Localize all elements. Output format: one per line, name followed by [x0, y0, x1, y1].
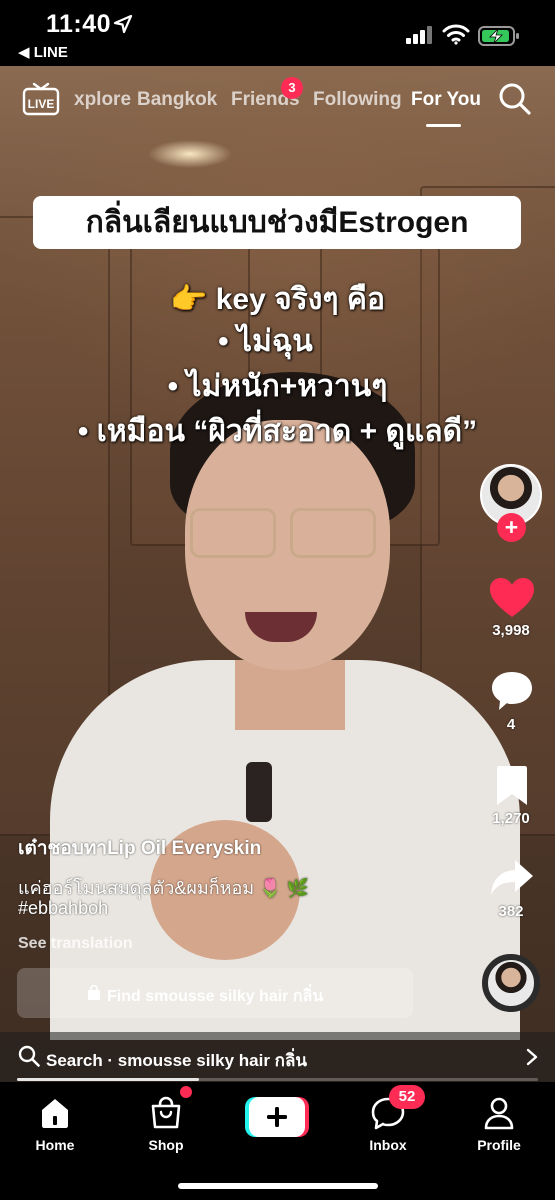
tab-profile-label: Profile	[477, 1137, 521, 1153]
live-icon[interactable]: LIVE	[22, 82, 60, 116]
find-product-button[interactable]: Find smousse silky hair กลิ่น	[17, 968, 413, 1018]
video-progress-bar[interactable]	[17, 1078, 538, 1081]
profile-icon	[484, 1097, 514, 1130]
tab-for-you[interactable]: For You	[411, 89, 481, 111]
chevron-right-icon	[526, 1048, 538, 1066]
person-neck	[235, 660, 345, 730]
search-suggestion-text: Search · smousse silky hair กลิ่น	[46, 1051, 308, 1070]
search-suggestion-bar[interactable]: Search · smousse silky hair กลิ่น	[0, 1032, 555, 1082]
bookmark-icon[interactable]	[496, 765, 528, 807]
lip-oil-product	[246, 762, 272, 822]
cellular-signal-icon	[406, 26, 432, 44]
overlay-line-bullet-2: • ไม่หนัก+หวานๆ	[167, 370, 388, 403]
tab-following[interactable]: Following	[313, 89, 402, 111]
overlay-line-key: 👉 key จริงๆ คือ	[170, 283, 385, 316]
location-arrow-icon	[113, 14, 133, 34]
tab-shop[interactable]: Shop	[116, 1090, 216, 1156]
bookmark-count: 1,270	[492, 810, 530, 827]
find-product-label: Find smousse silky hair กลิ่น	[107, 988, 324, 1005]
home-icon	[42, 1099, 68, 1128]
shop-bag-icon	[151, 1096, 181, 1129]
video-progress-fill	[17, 1078, 200, 1081]
search-icon	[18, 1045, 40, 1067]
caption-title: เต๋าชอบทาLip Oil Everyskin	[18, 838, 262, 859]
tab-bangkok[interactable]: Bangkok	[137, 89, 217, 111]
tab-home-label: Home	[35, 1137, 75, 1153]
shop-notification-dot	[180, 1086, 192, 1098]
tab-home[interactable]: Home	[5, 1090, 105, 1156]
caption-hashtag[interactable]: #ebbahboh	[18, 898, 108, 919]
share-icon[interactable]	[489, 858, 535, 898]
shopping-bag-icon	[88, 985, 100, 1000]
see-translation-link[interactable]: See translation	[18, 935, 133, 953]
search-icon[interactable]	[498, 82, 532, 116]
like-count: 3,998	[492, 622, 530, 639]
status-time: 11:40	[46, 10, 112, 38]
glasses-left-lens	[190, 508, 276, 558]
wifi-icon	[442, 24, 470, 45]
friends-badge: 3	[281, 77, 303, 99]
comment-count: 4	[506, 716, 516, 733]
inbox-badge: 52	[389, 1085, 425, 1109]
tab-shop-label: Shop	[148, 1137, 184, 1153]
status-bar: 11:40 ◀ LINE	[0, 0, 555, 66]
sound-disc[interactable]	[482, 954, 540, 1012]
live-label: LIVE	[28, 97, 55, 111]
home-indicator	[178, 1183, 378, 1189]
active-tab-indicator	[426, 124, 461, 127]
tab-profile[interactable]: Profile	[449, 1090, 549, 1156]
overlay-title: กลิ่นเลียนแบบช่วงมีEstrogen	[33, 196, 521, 249]
battery-charging-icon	[478, 26, 519, 46]
tab-explore[interactable]: xplore	[74, 89, 131, 111]
top-nav: LIVE xplore Bangkok Friends Following Fo…	[0, 66, 555, 136]
create-plus-button[interactable]	[245, 1097, 309, 1137]
glasses-right-lens	[290, 508, 376, 558]
overlay-line-bullet-3: • เหมือน “ผิวที่สะอาด + ดูแลดี”	[77, 415, 478, 448]
follow-plus-button[interactable]: +	[497, 513, 526, 542]
heart-icon[interactable]	[489, 577, 535, 619]
tab-inbox-label: Inbox	[369, 1137, 407, 1153]
comment-icon[interactable]	[490, 670, 534, 712]
overlay-line-bullet-1: • ไม่ฉุน	[218, 325, 313, 358]
share-count: 382	[498, 903, 524, 920]
back-to-app-link[interactable]: ◀ LINE	[18, 43, 68, 61]
